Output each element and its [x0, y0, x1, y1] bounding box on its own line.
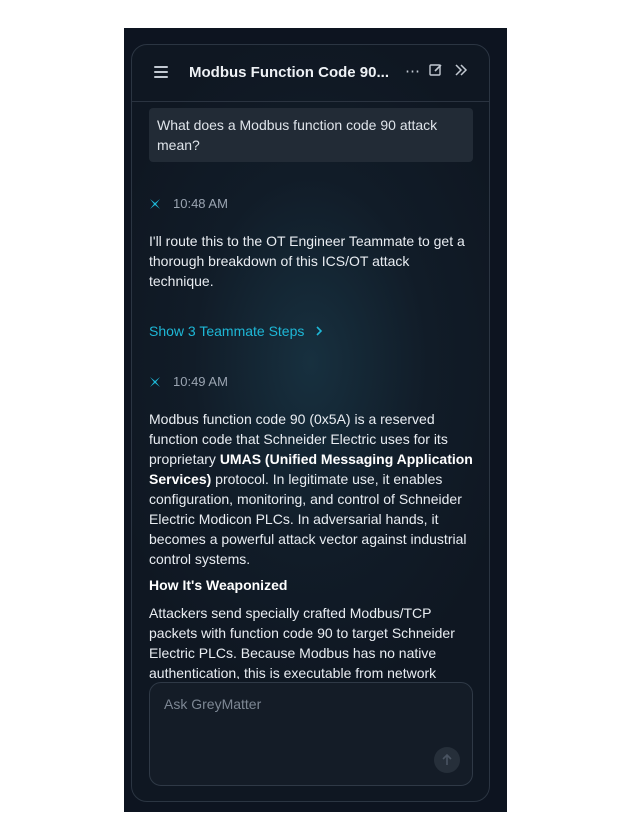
- chat-header: Modbus Function Code 90... ⋯: [132, 45, 489, 102]
- assistant-reply-paragraph: Attackers send specially crafted Modbus/…: [149, 605, 455, 679]
- menu-icon[interactable]: [154, 66, 168, 78]
- chat-input-box[interactable]: [149, 682, 473, 786]
- show-teammate-steps-link[interactable]: Show 3 Teammate Steps: [149, 323, 324, 339]
- section-heading: How It's Weaponized: [149, 577, 288, 593]
- app-window: Modbus Function Code 90... ⋯ What does a…: [124, 28, 507, 812]
- user-message: What does a Modbus function code 90 atta…: [149, 108, 473, 162]
- collapse-icon[interactable]: [454, 63, 468, 82]
- edit-icon[interactable]: [429, 63, 443, 82]
- reply-meta: 10:49 AM: [149, 374, 228, 389]
- more-icon[interactable]: ⋯: [405, 63, 420, 81]
- chat-input[interactable]: [162, 693, 456, 715]
- reply-time: 10:49 AM: [173, 374, 228, 389]
- reply-meta: 10:48 AM: [149, 196, 228, 211]
- send-button[interactable]: [434, 747, 460, 773]
- greymatter-logo-icon: [150, 376, 160, 387]
- greymatter-logo-icon: [150, 198, 160, 209]
- steps-link-label: Show 3 Teammate Steps: [149, 323, 305, 339]
- chevron-right-icon: [316, 326, 323, 336]
- arrow-up-icon: [442, 754, 452, 765]
- assistant-reply-text: I'll route this to the OT Engineer Teamm…: [149, 233, 465, 289]
- chat-panel: Modbus Function Code 90... ⋯ What does a…: [131, 44, 490, 802]
- assistant-reply-paragraph: Modbus function code 90 (0x5A) is a rese…: [149, 409, 474, 569]
- conversation-title: Modbus Function Code 90...: [189, 64, 389, 81]
- reply-time: 10:48 AM: [173, 196, 228, 211]
